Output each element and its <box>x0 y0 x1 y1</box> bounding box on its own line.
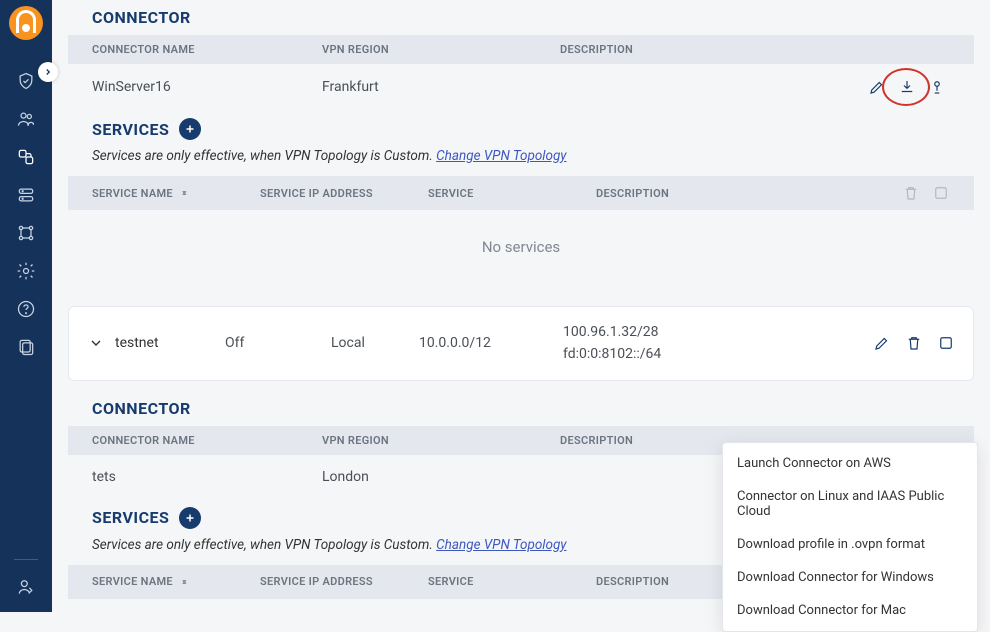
shield-icon[interactable] <box>15 70 37 92</box>
networks-icon[interactable] <box>15 146 37 168</box>
services-title: SERVICES <box>92 120 169 139</box>
connector-heading: CONNECTOR <box>68 391 974 426</box>
network-status: Off <box>225 335 331 351</box>
download-icon[interactable] <box>898 78 916 96</box>
brand-logo <box>9 6 43 40</box>
docs-icon[interactable] <box>15 336 37 358</box>
network-addr-v6: fd:0:0:8102::/64 <box>563 343 733 365</box>
users-icon[interactable] <box>15 108 37 130</box>
connector-name-cell: tets <box>92 469 322 485</box>
col-service-name[interactable]: Service Name ▲▼ <box>92 187 260 200</box>
network-name: testnet <box>115 335 225 351</box>
connector-download-menu: Launch Connector on AWS Connector on Lin… <box>722 442 978 632</box>
connector-row: WinServer16 Frankfurt <box>68 64 974 110</box>
connector-table-header: Connector Name VPN Region Description <box>68 35 974 64</box>
col-connector-name: Connector Name <box>92 434 322 447</box>
network-addresses: 100.96.1.32/28 fd:0:0:8102::/64 <box>563 321 733 366</box>
services-hint: Services are only effective, when VPN To… <box>68 148 974 176</box>
sidebar-divider <box>14 559 38 560</box>
services-hint-text: Services are only effective, when VPN To… <box>92 537 436 553</box>
chevron-down-icon[interactable] <box>87 334 105 352</box>
col-service-name[interactable]: Service Name ▲▼ <box>92 575 260 588</box>
connector-heading: CONNECTOR <box>68 0 974 35</box>
change-topology-link[interactable]: Change VPN Topology <box>436 148 566 164</box>
trash-icon[interactable] <box>902 184 920 202</box>
network-card[interactable]: testnet Off Local 10.0.0.0/12 100.96.1.3… <box>68 306 974 381</box>
connector-region-cell: Frankfurt <box>322 79 560 95</box>
sidebar <box>0 0 52 612</box>
copy-icon[interactable] <box>937 334 955 352</box>
col-service: Service <box>428 187 596 200</box>
account-icon[interactable] <box>15 576 37 598</box>
checkbox-icon[interactable] <box>932 184 950 202</box>
col-connector-name: Connector Name <box>92 43 322 56</box>
add-service-button[interactable] <box>179 507 201 529</box>
edit-icon[interactable] <box>868 78 886 96</box>
topology-icon[interactable] <box>15 222 37 244</box>
hosts-icon[interactable] <box>15 184 37 206</box>
services-title: SERVICES <box>92 508 169 527</box>
help-icon[interactable] <box>15 298 37 320</box>
col-service-desc: Description <box>596 187 902 200</box>
trash-icon[interactable] <box>905 334 923 352</box>
menu-ovpn-profile[interactable]: Download profile in .ovpn format <box>723 528 977 561</box>
col-description: Description <box>560 43 950 56</box>
network-cidr: 10.0.0.0/12 <box>419 335 563 351</box>
connector-region-cell: London <box>322 469 560 485</box>
services-heading: SERVICES <box>68 110 974 148</box>
menu-mac-connector[interactable]: Download Connector for Mac <box>723 594 977 627</box>
services-table-header: Service Name ▲▼ Service IP Address Servi… <box>68 176 974 210</box>
settings-icon[interactable] <box>15 260 37 282</box>
col-service: Service <box>428 575 596 588</box>
connector-title: CONNECTOR <box>92 8 191 27</box>
network-location: Local <box>331 335 419 351</box>
edit-icon[interactable] <box>873 334 891 352</box>
network-actions <box>873 334 955 352</box>
col-service-ip: Service IP Address <box>260 575 428 588</box>
menu-launch-aws[interactable]: Launch Connector on AWS <box>723 447 977 480</box>
menu-linux-iaas[interactable]: Connector on Linux and IAAS Public Cloud <box>723 480 977 528</box>
sidebar-expand-button[interactable] <box>38 62 58 82</box>
network-addr-v4: 100.96.1.32/28 <box>563 321 733 343</box>
col-service-ip: Service IP Address <box>260 187 428 200</box>
services-hint-text: Services are only effective, when VPN To… <box>92 148 436 164</box>
menu-windows-connector[interactable]: Download Connector for Windows <box>723 561 977 594</box>
connector-row-actions <box>868 78 950 96</box>
col-vpn-region: VPN Region <box>322 43 560 56</box>
col-vpn-region: VPN Region <box>322 434 560 447</box>
connector-title: CONNECTOR <box>92 399 191 418</box>
connector-name-cell: WinServer16 <box>92 79 322 95</box>
no-services-message: No services <box>68 210 974 284</box>
change-topology-link[interactable]: Change VPN Topology <box>436 537 566 553</box>
add-service-button[interactable] <box>179 118 201 140</box>
deploy-icon[interactable] <box>928 78 946 96</box>
